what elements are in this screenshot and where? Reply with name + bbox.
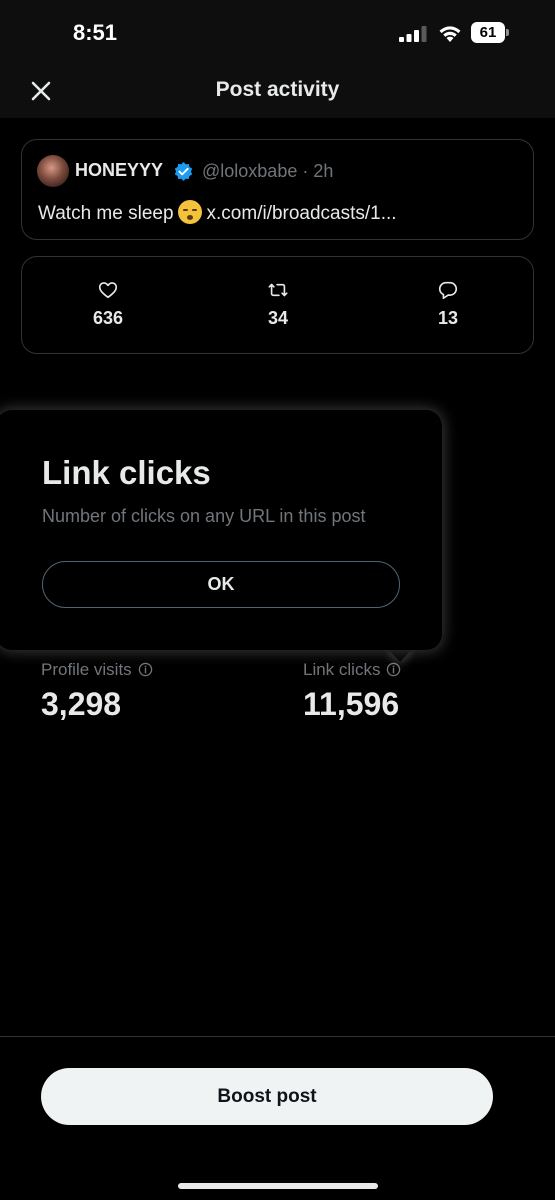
footer-divider <box>0 1036 555 1037</box>
link-clicks-label: Link clicks <box>303 660 401 680</box>
verified-badge-icon <box>174 161 193 182</box>
info-icon[interactable] <box>386 662 401 677</box>
post-age: 2h <box>313 161 334 181</box>
avatar[interactable] <box>37 155 69 187</box>
header: Post activity <box>0 64 555 118</box>
repost-icon <box>268 283 288 297</box>
author-handle: @loloxbabe <box>202 161 298 181</box>
reposts-count: 34 <box>267 308 289 328</box>
post-card[interactable]: HONEYYY @loloxbabe · 2h Watch me sleep x.co… <box>21 139 534 240</box>
home-indicator[interactable] <box>178 1183 378 1189</box>
reposts-stat: 34 <box>218 279 338 329</box>
likes-stat: 636 <box>48 279 168 329</box>
sleeping-face-emoji-icon <box>177 200 202 224</box>
engagement-card: 636 34 13 <box>21 256 534 354</box>
profile-visits-value: 3,298 <box>41 686 122 722</box>
popover-title: Link clicks <box>42 454 211 491</box>
page-title: Post activity <box>215 78 340 101</box>
battery-icon: 61 <box>471 22 509 43</box>
post-link[interactable]: x.com/i/broadcasts/1... <box>207 203 397 224</box>
replies-count: 13 <box>437 308 459 328</box>
likes-count: 636 <box>92 308 124 328</box>
reply-icon <box>438 281 458 300</box>
meta-separator: · <box>302 161 309 181</box>
author-name: HONEYYY <box>75 160 164 180</box>
link-clicks-popover: Link clicks Number of clicks on any URL … <box>0 410 442 650</box>
info-icon[interactable] <box>138 662 153 677</box>
heart-icon <box>98 282 118 299</box>
wifi-icon <box>439 26 461 42</box>
ok-button[interactable]: OK <box>42 561 400 608</box>
boost-post-button[interactable]: Boost post <box>41 1068 493 1125</box>
status-time: 8:51 <box>73 20 118 45</box>
link-clicks-value: 11,596 <box>303 686 400 722</box>
popover-description: Number of clicks on any URL in this post <box>42 506 366 526</box>
battery-cap <box>506 29 509 36</box>
profile-visits-label: Profile visits <box>41 660 153 680</box>
signal-icon <box>399 26 427 42</box>
post-text-body: Watch me sleep <box>38 203 174 224</box>
post-text: Watch me sleep x.com/i/broadcasts/1... <box>38 200 397 225</box>
post-meta: @loloxbabe · 2h <box>202 161 333 182</box>
replies-stat: 13 <box>388 279 508 329</box>
battery-level: 61 <box>471 22 505 43</box>
status-bar: 8:51 61 <box>0 0 555 64</box>
